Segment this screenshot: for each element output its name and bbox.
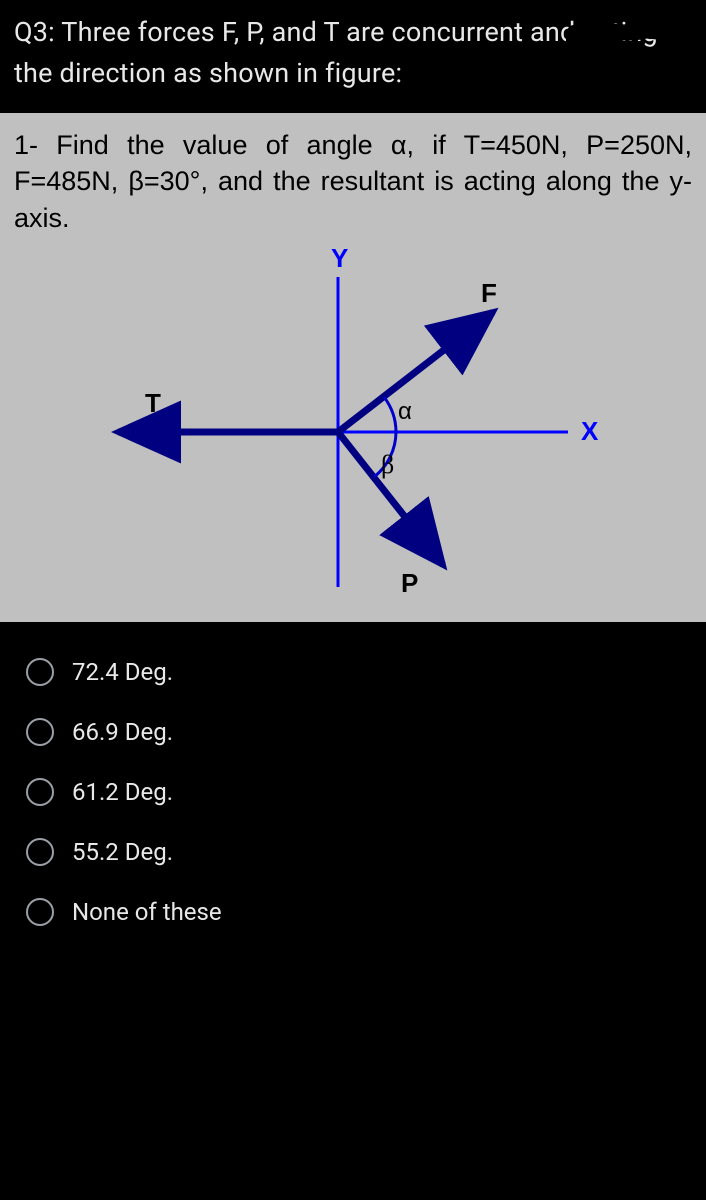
radio-icon [26,718,54,746]
option-label: 66.9 Deg. [72,718,173,746]
vector-f [338,312,493,432]
options-list: 72.4 Deg. 66.9 Deg. 61.2 Deg. 55.2 Deg. … [0,622,706,942]
label-alpha: α [398,398,412,425]
radio-icon [26,778,54,806]
arc-alpha [384,397,396,432]
radio-icon [26,898,54,926]
option-label: 72.4 Deg. [72,658,173,686]
question-heading: Q3: Three forces F, P, and T are concurr… [0,0,706,113]
label-p: P [401,568,418,598]
option-label: 61.2 Deg. [72,778,173,806]
option-4[interactable]: 55.2 Deg. [14,822,692,882]
radio-icon [26,838,54,866]
label-x: X [581,416,599,446]
problem-statement: 1- Find the value of angle α, if T=450N,… [14,127,692,236]
option-label: None of these [72,898,222,926]
label-beta: β [381,450,394,479]
label-t: T [145,388,161,418]
option-2[interactable]: 66.9 Deg. [14,702,692,762]
label-f: F [481,278,497,308]
option-3[interactable]: 61.2 Deg. [14,762,692,822]
problem-panel: 1- Find the value of angle α, if T=450N,… [0,113,706,622]
figure-area: Y X F T P α β [14,242,692,612]
label-y: Y [331,243,348,273]
option-5[interactable]: None of these [14,882,692,942]
force-diagram: Y X F T P α β [73,242,633,612]
option-1[interactable]: 72.4 Deg. [14,642,692,702]
redaction-mark [566,18,696,46]
radio-icon [26,658,54,686]
option-label: 55.2 Deg. [72,838,173,866]
